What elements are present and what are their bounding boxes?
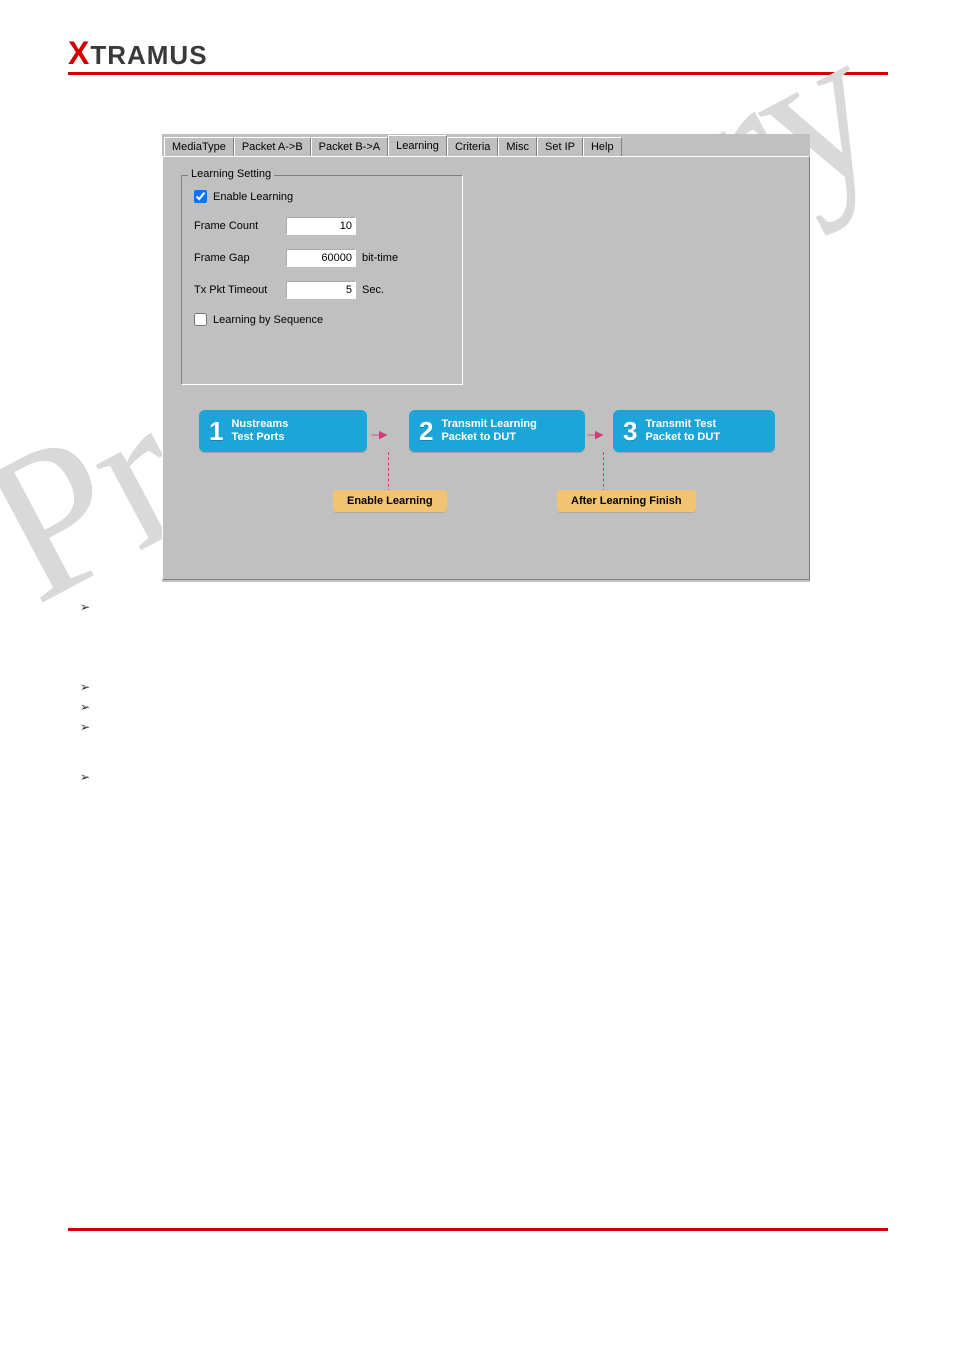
frame-gap-row: Frame Gap bit-time (194, 249, 450, 267)
step2-number: 2 (419, 416, 433, 447)
group-title: Learning Setting (188, 168, 274, 180)
tab-bar: MediaType Packet A->B Packet B->A Learni… (162, 134, 810, 156)
brand-logo: XTRAMUS (68, 35, 208, 72)
frame-gap-input[interactable] (286, 249, 356, 267)
flow-arrow-2: ---▶ (587, 428, 602, 441)
frame-count-row: Frame Count (194, 217, 450, 235)
tab-help[interactable]: Help (583, 137, 622, 157)
brand-x: X (68, 35, 90, 71)
bullet-3: ➢ (80, 700, 90, 714)
frame-count-label: Frame Count (194, 220, 286, 232)
flow-step-2: 2 Transmit Learning Packet to DUT (409, 410, 585, 452)
tab-packet-ba[interactable]: Packet B->A (311, 137, 388, 157)
bullet-4: ➢ (80, 720, 90, 734)
bullet-2: ➢ (80, 680, 90, 694)
enable-learning-row: Enable Learning (194, 190, 450, 203)
step3-text: Transmit Test Packet to DUT (645, 418, 720, 444)
flow-arrow-1: ---▶ (371, 428, 386, 441)
flow-step-3: 3 Transmit Test Packet to DUT (613, 410, 775, 452)
step1-text: Nustreams Test Ports (231, 418, 288, 444)
flow-diagram: 1 Nustreams Test Ports ---▶ 2 Transmit L… (183, 402, 791, 522)
learning-by-sequence-label: Learning by Sequence (213, 314, 323, 326)
timeout-row: Tx Pkt Timeout Sec. (194, 281, 450, 299)
timeout-input[interactable] (286, 281, 356, 299)
timeout-unit: Sec. (362, 284, 384, 296)
step1-number: 1 (209, 416, 223, 447)
step3-line1: Transmit Test (645, 418, 716, 430)
flow-dash-2 (603, 452, 604, 492)
frame-gap-unit: bit-time (362, 252, 398, 264)
flow-step-1: 1 Nustreams Test Ports (199, 410, 367, 452)
tab-misc[interactable]: Misc (498, 137, 537, 157)
enable-learning-checkbox[interactable] (194, 190, 207, 203)
tab-learning[interactable]: Learning (388, 135, 447, 156)
tab-setip[interactable]: Set IP (537, 137, 583, 157)
brand-rest: TRAMUS (90, 40, 207, 70)
bullet-1: ➢ (80, 600, 90, 614)
flow-label-enable: Enable Learning (333, 490, 447, 512)
bullet-5: ➢ (80, 770, 90, 784)
config-panel: MediaType Packet A->B Packet B->A Learni… (162, 134, 810, 582)
step3-line2: Packet to DUT (645, 431, 720, 443)
step1-line1: Nustreams (231, 418, 288, 430)
step1-line2: Test Ports (231, 431, 284, 443)
bullet-list: ➢ ➢ ➢ ➢ ➢ (80, 600, 90, 790)
tab-criteria[interactable]: Criteria (447, 137, 498, 157)
frame-count-input[interactable] (286, 217, 356, 235)
header-divider (68, 72, 888, 75)
frame-gap-label: Frame Gap (194, 252, 286, 264)
step2-line2: Packet to DUT (441, 431, 516, 443)
tab-mediatype[interactable]: MediaType (164, 137, 234, 157)
tab-packet-ab[interactable]: Packet A->B (234, 137, 311, 157)
step3-number: 3 (623, 416, 637, 447)
flow-label-after: After Learning Finish (557, 490, 696, 512)
step2-text: Transmit Learning Packet to DUT (441, 418, 536, 444)
learning-by-sequence-checkbox[interactable] (194, 313, 207, 326)
enable-learning-label: Enable Learning (213, 191, 293, 203)
learning-by-sequence-row: Learning by Sequence (194, 313, 450, 326)
footer-divider (68, 1228, 888, 1231)
tab-content: Learning Setting Enable Learning Frame C… (162, 156, 810, 580)
step2-line1: Transmit Learning (441, 418, 536, 430)
learning-setting-group: Learning Setting Enable Learning Frame C… (181, 175, 463, 385)
flow-dash-1 (388, 452, 389, 492)
timeout-label: Tx Pkt Timeout (194, 284, 286, 296)
